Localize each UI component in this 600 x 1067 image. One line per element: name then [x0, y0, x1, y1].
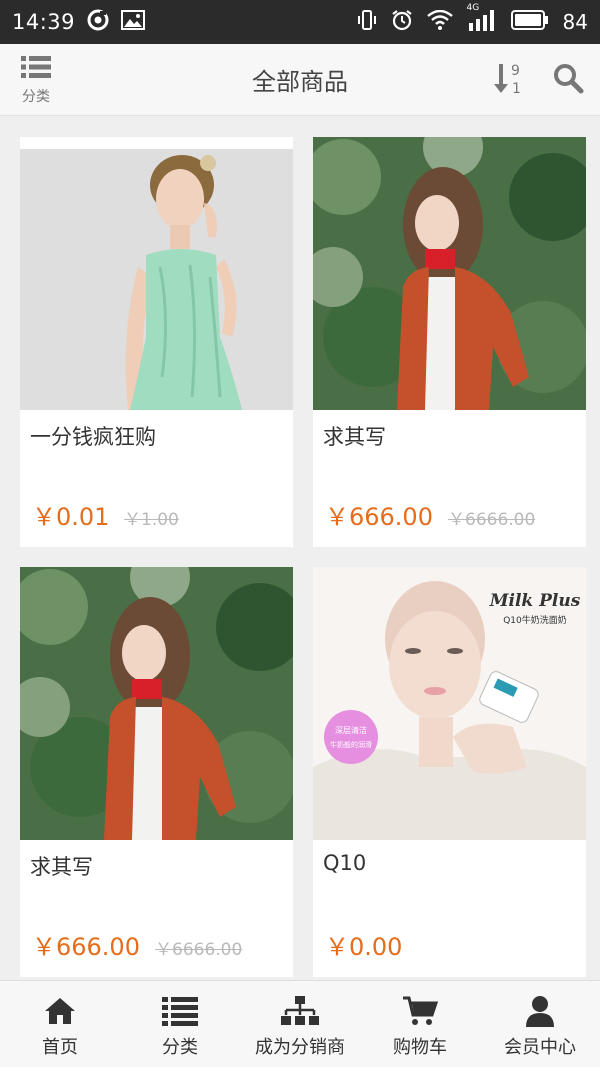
product-card[interactable]: 求其写 ￥666.00 ￥6666.00	[20, 567, 293, 977]
app-header: 分类 全部商品 9 1	[0, 44, 600, 116]
alarm-icon	[391, 9, 413, 35]
product-name: 一分钱疯狂购	[30, 425, 156, 449]
product-card[interactable]: 求其写 ￥666.00 ￥6666.00	[313, 137, 586, 547]
product-name: Q10	[323, 851, 367, 875]
product-name: 求其写	[323, 425, 386, 449]
nav-cart[interactable]: 购物车	[360, 981, 480, 1067]
product-card[interactable]: 一分钱疯狂购 ￥0.01 ￥1.00	[20, 137, 293, 547]
product-grid: 一分钱疯狂购 ￥0.01 ￥1.00 求其写 ￥666.00 ￥6666.00 …	[0, 116, 600, 980]
product-image[interactable]	[20, 137, 293, 410]
bottom-nav: 首页 分类 成为分销商 购物车 会员中心	[0, 980, 600, 1067]
vibrate-icon	[357, 9, 377, 35]
ad-brand: Milk Plus	[489, 591, 581, 611]
product-old-price: ￥1.00	[124, 510, 179, 530]
nav-distributor[interactable]: 成为分销商	[240, 981, 360, 1067]
product-old-price: ￥6666.00	[448, 510, 536, 530]
nav-label: 会员中心	[504, 1037, 576, 1058]
ad-tagline: Q10牛奶洗面奶	[503, 614, 567, 626]
ad-badge-line1: 深层清洁	[335, 725, 367, 735]
signal-icon: 4G	[467, 3, 497, 35]
nav-category[interactable]: 分类	[120, 981, 240, 1067]
product-image[interactable]	[313, 137, 586, 410]
nav-label: 分类	[162, 1037, 198, 1058]
product-card[interactable]: 深层清洁 牛奶般的润滑 Milk Plus Q10牛奶洗面奶 Q10 ￥0.00	[313, 567, 586, 977]
weibo-icon	[87, 9, 109, 35]
product-image[interactable]	[20, 567, 293, 840]
nav-label: 成为分销商	[255, 1037, 345, 1058]
user-icon	[480, 995, 600, 1027]
product-name: 求其写	[30, 855, 93, 879]
wifi-icon	[426, 9, 453, 34]
sort-numeric-icon[interactable]: 9 1	[492, 60, 526, 98]
product-price: ￥666.00	[325, 503, 433, 531]
cart-icon	[360, 995, 480, 1027]
nav-label: 首页	[42, 1037, 78, 1058]
product-price: ￥0.01	[32, 503, 110, 531]
product-image[interactable]: 深层清洁 牛奶般的润滑 Milk Plus Q10牛奶洗面奶	[313, 567, 586, 840]
list-icon	[120, 995, 240, 1027]
product-price: ￥666.00	[32, 933, 140, 961]
product-price: ￥0.00	[325, 933, 403, 961]
status-time: 14:39	[12, 10, 76, 34]
home-icon	[0, 995, 120, 1027]
battery-icon	[510, 10, 549, 34]
svg-text:9: 9	[511, 63, 520, 79]
nav-home[interactable]: 首页	[0, 981, 120, 1067]
ad-badge-line2: 牛奶般的润滑	[330, 740, 372, 749]
status-bar: 14:39 4G 84	[0, 0, 600, 44]
battery-percent: 84	[562, 10, 588, 34]
product-old-price: ￥6666.00	[155, 940, 243, 960]
svg-text:1: 1	[512, 81, 521, 97]
nav-member-center[interactable]: 会员中心	[480, 981, 600, 1067]
gallery-icon	[121, 10, 146, 34]
search-icon[interactable]	[552, 62, 584, 94]
sitemap-icon	[240, 995, 360, 1027]
nav-label: 购物车	[393, 1037, 447, 1058]
